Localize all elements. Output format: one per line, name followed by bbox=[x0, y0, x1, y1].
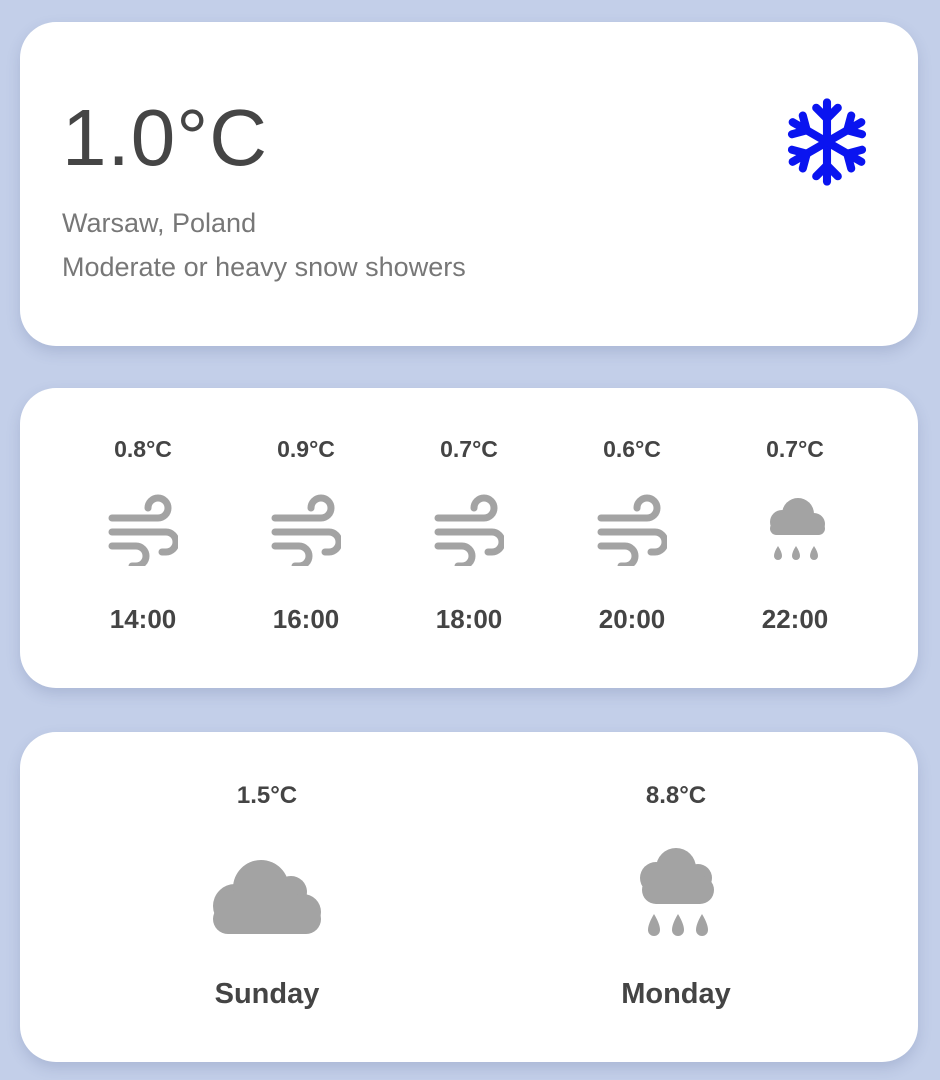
wind-icon bbox=[271, 494, 341, 566]
current-temperature: 1.0°C bbox=[62, 93, 268, 182]
wind-icon bbox=[108, 494, 178, 566]
location-label: Warsaw, Poland bbox=[62, 208, 257, 238]
hourly-time: 16:00 bbox=[272, 604, 340, 634]
hourly-temperature: 0.6°C bbox=[603, 436, 661, 462]
condition-label: Moderate or heavy snow showers bbox=[62, 252, 466, 282]
hourly-item: 0.8°C 14:00 bbox=[73, 388, 213, 688]
wind-icon bbox=[597, 494, 667, 566]
wind-icon bbox=[434, 494, 504, 566]
hourly-forecast-card: 0.8°C 14:00 0.9°C 16:00 0.7°C 18:00 0.6°… bbox=[20, 388, 918, 688]
daily-temperature: 1.5°C bbox=[236, 782, 298, 809]
snowflake-icon bbox=[787, 98, 867, 186]
daily-item: 1.5°C Sunday bbox=[147, 732, 387, 1062]
daily-day-name: Sunday bbox=[214, 978, 320, 1010]
rain-cloud-icon bbox=[640, 848, 714, 936]
hourly-item: 0.6°C 20:00 bbox=[562, 388, 702, 688]
rain-cloud-icon bbox=[770, 498, 825, 560]
cloud-icon bbox=[213, 860, 321, 934]
hourly-temperature: 0.7°C bbox=[440, 436, 498, 462]
daily-day-name: Monday bbox=[621, 978, 731, 1010]
daily-temperature: 8.8°C bbox=[645, 782, 707, 809]
hourly-time: 14:00 bbox=[109, 604, 177, 634]
daily-forecast-card: 1.5°C Sunday 8.8°C Monday bbox=[20, 732, 918, 1062]
current-weather-card: 1.0°C Warsaw, Poland Moderate or heavy s… bbox=[20, 22, 918, 346]
hourly-temperature: 0.9°C bbox=[277, 436, 335, 462]
hourly-time: 22:00 bbox=[761, 604, 829, 634]
hourly-item: 0.9°C 16:00 bbox=[236, 388, 376, 688]
daily-item: 8.8°C Monday bbox=[556, 732, 796, 1062]
hourly-temperature: 0.8°C bbox=[114, 436, 172, 462]
hourly-temperature: 0.7°C bbox=[766, 436, 824, 462]
hourly-time: 20:00 bbox=[598, 604, 666, 634]
hourly-item: 0.7°C 22:00 bbox=[725, 388, 865, 688]
hourly-item: 0.7°C 18:00 bbox=[399, 388, 539, 688]
hourly-time: 18:00 bbox=[435, 604, 503, 634]
